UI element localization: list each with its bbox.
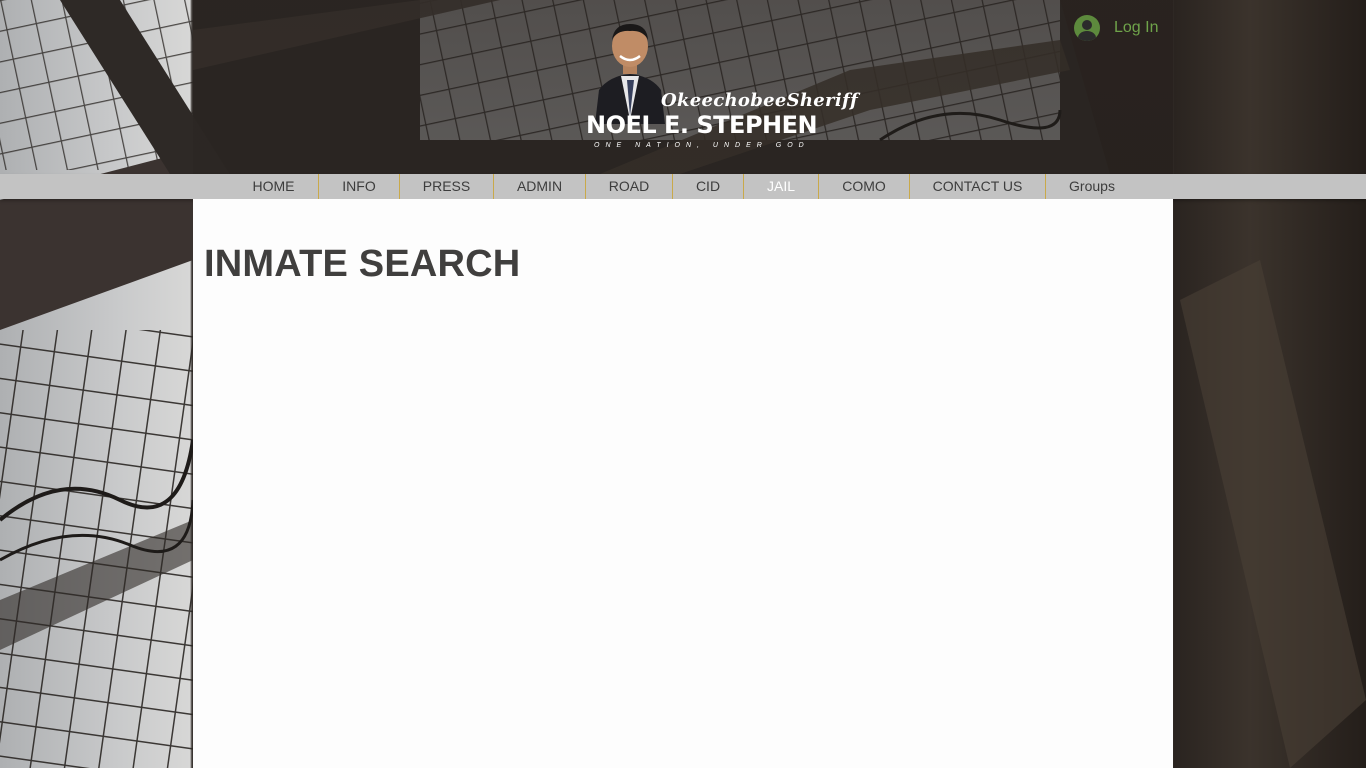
nav-item-info[interactable]: INFO [319, 174, 400, 199]
logo-name-text: NOEL E. STEPHEN [586, 111, 818, 139]
logo-script-text: OkeechobeeSheriff [661, 90, 859, 111]
nav-item-home[interactable]: HOME [229, 174, 319, 199]
nav-item-contact-us[interactable]: CONTACT US [910, 174, 1046, 199]
main-navigation: HOME INFO PRESS ADMIN ROAD CID JAIL COMO… [0, 174, 1366, 199]
nav-item-admin[interactable]: ADMIN [494, 174, 586, 199]
page-title: INMATE SEARCH [204, 243, 521, 285]
sheriff-portrait [595, 24, 665, 124]
nav-item-press[interactable]: PRESS [400, 174, 494, 199]
site-logo[interactable]: OkeechobeeSheriff NOEL E. STEPHEN ONE NA… [585, 18, 858, 154]
nav-item-road[interactable]: ROAD [586, 174, 673, 199]
main-content: INMATE SEARCH [193, 199, 1173, 768]
nav-item-groups[interactable]: Groups [1046, 174, 1138, 199]
login-button[interactable]: Log In [1074, 13, 1158, 43]
nav-item-cid[interactable]: CID [673, 174, 744, 199]
nav-item-jail[interactable]: JAIL [744, 174, 819, 199]
site-header: Log In OkeechobeeSheriff NOEL E. STEPHEN… [193, 0, 1173, 174]
user-avatar-icon [1074, 15, 1100, 41]
logo-motto-text: ONE NATION, UNDER GOD [594, 142, 810, 149]
nav-item-como[interactable]: COMO [819, 174, 910, 199]
login-label: Log In [1114, 19, 1159, 36]
